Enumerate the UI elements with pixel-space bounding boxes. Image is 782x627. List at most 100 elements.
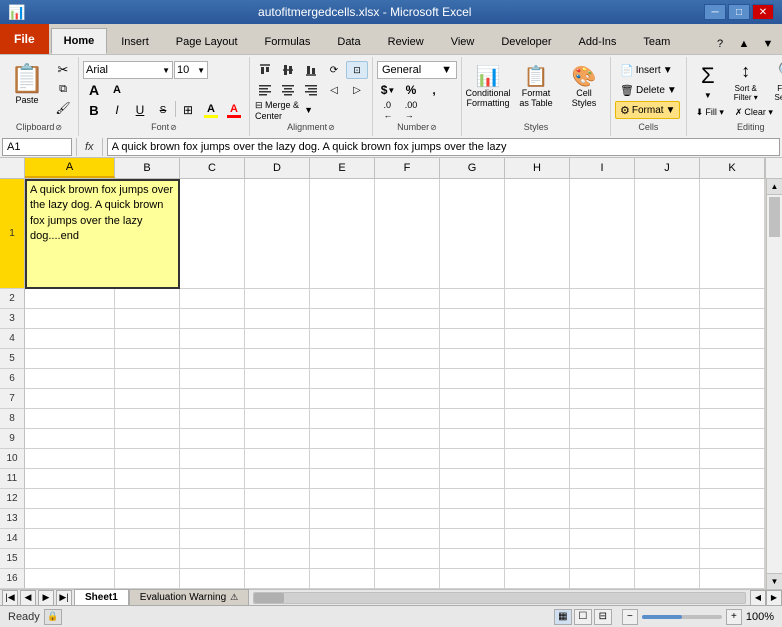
- cell-g10[interactable]: [440, 449, 505, 469]
- cell-i9[interactable]: [570, 429, 635, 449]
- cell-e7[interactable]: [310, 389, 375, 409]
- eval-warning-tab[interactable]: Evaluation Warning ⚠: [129, 589, 249, 606]
- clipboard-expand-icon[interactable]: ⊘: [55, 123, 62, 132]
- cell-b8[interactable]: [115, 409, 180, 429]
- row-number-10[interactable]: 10: [0, 449, 25, 469]
- number-format-dropdown[interactable]: General ▼: [377, 61, 457, 79]
- cell-f1[interactable]: [375, 179, 440, 289]
- col-header-g[interactable]: G: [440, 158, 505, 178]
- increase-font-size-button[interactable]: A: [83, 81, 105, 99]
- tab-review[interactable]: Review: [375, 28, 437, 54]
- tab-view[interactable]: View: [438, 28, 488, 54]
- cell-a15[interactable]: [25, 549, 115, 569]
- cell-a4[interactable]: [25, 329, 115, 349]
- last-sheet-button[interactable]: ▶|: [56, 590, 72, 606]
- cell-h7[interactable]: [505, 389, 570, 409]
- cell-j6[interactable]: [635, 369, 700, 389]
- cell-h11[interactable]: [505, 469, 570, 489]
- cell-j5[interactable]: [635, 349, 700, 369]
- next-sheet-button[interactable]: ▶: [38, 590, 54, 606]
- cell-h2[interactable]: [505, 289, 570, 309]
- cell-i7[interactable]: [570, 389, 635, 409]
- cell-b14[interactable]: [115, 529, 180, 549]
- col-header-c[interactable]: C: [180, 158, 245, 178]
- cell-a7[interactable]: [25, 389, 115, 409]
- cell-a6[interactable]: [25, 369, 115, 389]
- cell-a11[interactable]: [25, 469, 115, 489]
- minimize-button[interactable]: ─: [704, 4, 726, 20]
- cell-k8[interactable]: [700, 409, 765, 429]
- cell-f4[interactable]: [375, 329, 440, 349]
- cell-j13[interactable]: [635, 509, 700, 529]
- cell-i15[interactable]: [570, 549, 635, 569]
- cell-g6[interactable]: [440, 369, 505, 389]
- cell-k10[interactable]: [700, 449, 765, 469]
- cell-d4[interactable]: [245, 329, 310, 349]
- cell-b10[interactable]: [115, 449, 180, 469]
- cell-c9[interactable]: [180, 429, 245, 449]
- increase-indent-button[interactable]: ▷: [346, 81, 368, 99]
- cell-f15[interactable]: [375, 549, 440, 569]
- merge-center-button[interactable]: ⊟ Merge & Center ▼: [254, 101, 314, 119]
- cell-j3[interactable]: [635, 309, 700, 329]
- cell-d10[interactable]: [245, 449, 310, 469]
- cell-e11[interactable]: [310, 469, 375, 489]
- cell-h14[interactable]: [505, 529, 570, 549]
- cell-i5[interactable]: [570, 349, 635, 369]
- cell-k13[interactable]: [700, 509, 765, 529]
- find-select-button[interactable]: 🔍 Find &Select ▾: [767, 61, 782, 101]
- cell-b12[interactable]: [115, 489, 180, 509]
- delete-button[interactable]: 🗑 Delete ▼: [615, 81, 682, 99]
- cell-f2[interactable]: [375, 289, 440, 309]
- cell-b2[interactable]: [115, 289, 180, 309]
- cell-k3[interactable]: [700, 309, 765, 329]
- col-header-i[interactable]: I: [570, 158, 635, 178]
- cell-c4[interactable]: [180, 329, 245, 349]
- row-number-16[interactable]: 16: [0, 569, 25, 589]
- col-header-j[interactable]: J: [635, 158, 700, 178]
- fill-color-button[interactable]: A: [200, 101, 222, 119]
- percent-button[interactable]: %: [400, 81, 422, 99]
- clear-button[interactable]: ✗ Clear ▾: [730, 103, 778, 121]
- italic-button[interactable]: I: [106, 101, 128, 119]
- cell-f16[interactable]: [375, 569, 440, 589]
- cell-i8[interactable]: [570, 409, 635, 429]
- cell-e10[interactable]: [310, 449, 375, 469]
- cell-k7[interactable]: [700, 389, 765, 409]
- cell-f9[interactable]: [375, 429, 440, 449]
- cell-c6[interactable]: [180, 369, 245, 389]
- font-size-selector[interactable]: 10 ▼: [174, 61, 208, 79]
- cell-e5[interactable]: [310, 349, 375, 369]
- cell-b13[interactable]: [115, 509, 180, 529]
- cell-h13[interactable]: [505, 509, 570, 529]
- middle-align-button[interactable]: [277, 61, 299, 79]
- cell-k4[interactable]: [700, 329, 765, 349]
- cell-b7[interactable]: [115, 389, 180, 409]
- comma-button[interactable]: ,: [423, 81, 445, 99]
- cell-j11[interactable]: [635, 469, 700, 489]
- cell-h10[interactable]: [505, 449, 570, 469]
- h-scroll-track[interactable]: [253, 592, 746, 604]
- orientation-button[interactable]: ⟳: [323, 61, 345, 79]
- col-header-b[interactable]: B: [115, 158, 180, 178]
- cell-k14[interactable]: [700, 529, 765, 549]
- cell-f7[interactable]: [375, 389, 440, 409]
- decrease-font-size-button[interactable]: A: [106, 81, 128, 99]
- cell-k12[interactable]: [700, 489, 765, 509]
- cell-b9[interactable]: [115, 429, 180, 449]
- cell-j9[interactable]: [635, 429, 700, 449]
- cell-d14[interactable]: [245, 529, 310, 549]
- cell-i1[interactable]: [570, 179, 635, 289]
- cell-a13[interactable]: [25, 509, 115, 529]
- cell-a8[interactable]: [25, 409, 115, 429]
- cell-a10[interactable]: [25, 449, 115, 469]
- cell-f5[interactable]: [375, 349, 440, 369]
- cell-c5[interactable]: [180, 349, 245, 369]
- format-painter-button[interactable]: 🖌: [52, 99, 74, 117]
- cell-f3[interactable]: [375, 309, 440, 329]
- help-button[interactable]: ?: [710, 34, 730, 54]
- row-number-3[interactable]: 3: [0, 309, 25, 329]
- col-header-h[interactable]: H: [505, 158, 570, 178]
- scroll-track[interactable]: [767, 195, 782, 573]
- cut-button[interactable]: ✂: [52, 61, 74, 79]
